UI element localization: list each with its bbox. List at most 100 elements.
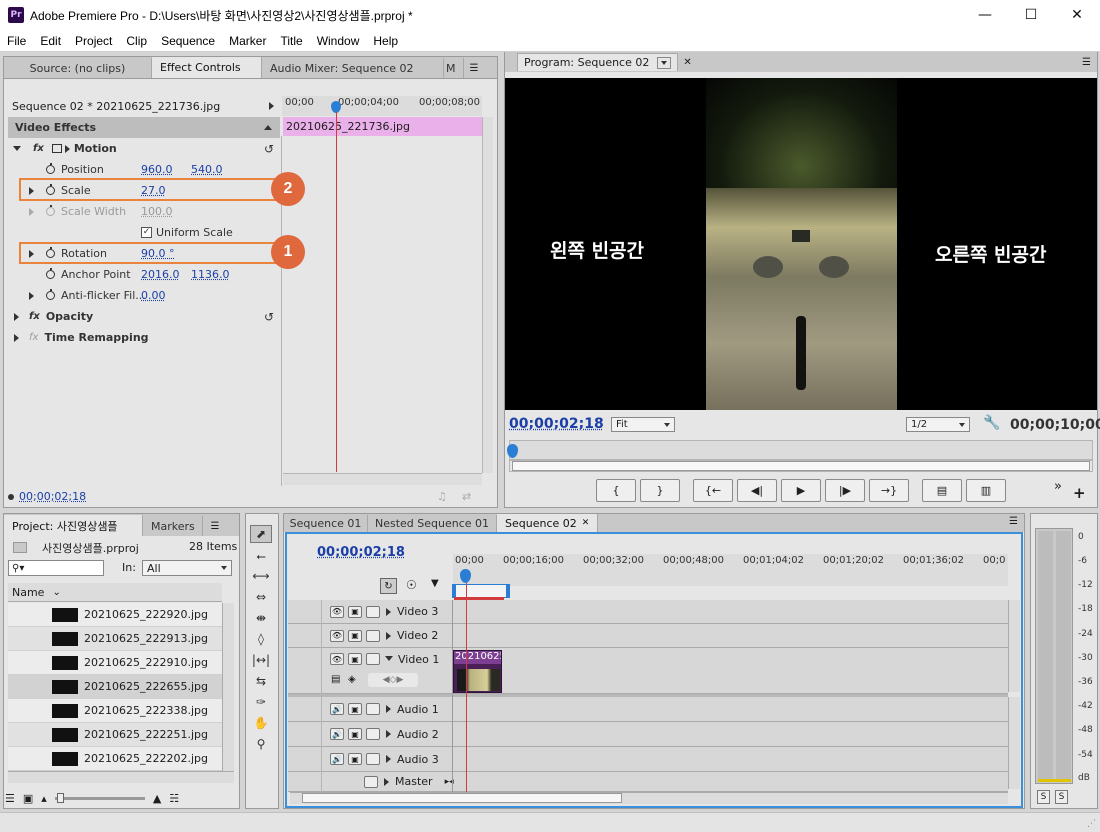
expand-right-icon[interactable] [386, 632, 391, 640]
ec-motion-row[interactable]: fx Motion ↺ [8, 138, 280, 159]
track-lock-icon[interactable] [366, 753, 380, 765]
track-lock-icon[interactable] [364, 776, 378, 788]
menu-marker[interactable]: Marker [222, 34, 273, 48]
eye-icon[interactable]: 👁 [330, 630, 344, 642]
panel-menu-icon[interactable]: ☰ [1009, 516, 1018, 527]
expand-down-icon[interactable] [13, 146, 21, 151]
ec-vertical-scrollbar[interactable] [482, 117, 493, 473]
panel-menu-icon[interactable]: ☰ [464, 58, 484, 78]
close-icon[interactable]: ✕ [1054, 0, 1100, 30]
display-style-icon[interactable]: ▤ [331, 674, 343, 686]
snap-icon[interactable]: ↻ [380, 578, 397, 594]
panel-menu-icon[interactable]: ☰ [203, 516, 227, 536]
keyframe-navigator[interactable]: ◀◇▶ [368, 673, 418, 687]
add-button-icon[interactable]: + [1073, 484, 1086, 502]
ec-opacity-row[interactable]: fx Opacity ↺ [8, 306, 280, 327]
video-tracks-scrollbar[interactable] [1008, 600, 1020, 692]
list-item[interactable]: 20210625_222910.jpg [8, 651, 222, 675]
menu-title[interactable]: Title [273, 34, 309, 48]
rate-stretch-tool-icon[interactable]: ⇼ [250, 609, 272, 627]
expand-right-icon[interactable] [386, 730, 391, 738]
expand-down-icon[interactable] [385, 656, 393, 661]
tab-program[interactable]: Program: Sequence 02 [517, 53, 678, 71]
reset-icon[interactable]: ↺ [264, 310, 274, 324]
ripple-edit-tool-icon[interactable]: ⟷ [250, 567, 272, 585]
resize-grip-icon[interactable]: ⋰ [1087, 819, 1096, 829]
ec-timecode[interactable]: 00;00;02;18 [19, 490, 86, 503]
track-select-tool-icon[interactable]: ⭠ [250, 547, 272, 565]
project-horizontal-scrollbar[interactable] [8, 771, 234, 783]
slide-tool-icon[interactable]: ⇆ [250, 672, 272, 690]
menu-file[interactable]: File [0, 34, 33, 48]
tab-project[interactable]: Project: 사진영상샘플 [4, 515, 143, 536]
expand-right-icon[interactable] [65, 145, 70, 153]
stopwatch-icon[interactable] [46, 270, 55, 279]
audio-tracks-scrollbar[interactable] [1008, 697, 1020, 789]
ec-anchor-y[interactable]: 1136.0 [191, 268, 230, 281]
tab-nested-sequence-01[interactable]: Nested Sequence 01 [368, 515, 497, 532]
more-controls-icon[interactable]: » [1054, 479, 1062, 494]
razor-tool-icon[interactable]: ◊ [250, 630, 272, 648]
zoom-slider[interactable] [55, 797, 145, 800]
program-zoom-handle[interactable] [512, 461, 1090, 471]
menu-window[interactable]: Window [310, 34, 367, 48]
ec-time-remap-row[interactable]: fx Time Remapping [8, 327, 280, 348]
icon-view-icon[interactable]: ▣ [23, 792, 33, 805]
resolution-select[interactable]: 1/2 [906, 417, 970, 432]
timeline-scroll-handle[interactable] [302, 793, 622, 803]
in-filter-select[interactable]: All [142, 560, 232, 576]
eye-icon[interactable]: 👁 [330, 606, 344, 618]
mark-out-button[interactable]: } [640, 479, 680, 502]
tab-audio-mixer[interactable]: Audio Mixer: Sequence 02 [262, 58, 444, 78]
name-column-header[interactable]: Name ⌄ [8, 583, 222, 602]
set-marker-icon[interactable]: ☉ [406, 578, 417, 592]
play-clip-icon[interactable] [269, 102, 274, 110]
keyframe-toggle-icon[interactable]: ◈ [348, 674, 356, 685]
pen-tool-icon[interactable]: ✑ [250, 693, 272, 711]
slip-tool-icon[interactable]: |↔| [250, 651, 272, 669]
work-area-bar[interactable] [452, 584, 510, 598]
sync-lock-icon[interactable]: ▣ [348, 703, 362, 715]
stopwatch-icon[interactable] [46, 165, 55, 174]
expand-right-icon[interactable] [14, 334, 19, 342]
expand-right-icon[interactable] [384, 778, 389, 786]
stopwatch-icon[interactable] [46, 291, 55, 300]
play-button[interactable]: ▶ [781, 479, 821, 502]
speaker-icon[interactable]: 🔊 [330, 703, 344, 715]
track-lock-icon[interactable] [366, 728, 380, 740]
zoom-out-icon[interactable]: ▴ [41, 792, 47, 805]
list-item[interactable]: 20210625_222202.jpg [8, 747, 222, 771]
speaker-icon[interactable]: 🔊 [330, 753, 344, 765]
menu-project[interactable]: Project [68, 34, 119, 48]
zoom-in-icon[interactable]: ▲ [153, 792, 161, 805]
transform-icon[interactable] [52, 144, 62, 153]
bins-icon[interactable]: ☵ [169, 792, 179, 805]
list-item[interactable]: 20210625_222920.jpg [8, 603, 222, 627]
menu-clip[interactable]: Clip [119, 34, 154, 48]
timeline-ruler[interactable]: 00;00 00;00;16;00 00;00;32;00 00;00;48;0… [453, 554, 1008, 586]
expand-right-icon[interactable] [14, 313, 19, 321]
uniform-scale-checkbox[interactable]: ✓ [141, 227, 152, 238]
extract-button[interactable]: ▥ [966, 479, 1006, 502]
rolling-edit-tool-icon[interactable]: ⇔ [250, 588, 272, 606]
expand-right-icon[interactable] [29, 292, 34, 300]
tab-sequence-02[interactable]: Sequence 02 ✕ [497, 514, 598, 532]
project-vertical-scrollbar[interactable] [222, 603, 234, 771]
marker-flag-icon[interactable]: ▼ [431, 578, 439, 589]
timeline-timecode[interactable]: 00;00;02;18 [317, 545, 405, 560]
sort-chevron-icon[interactable]: ⌄ [52, 587, 60, 598]
expand-right-icon[interactable] [386, 705, 391, 713]
ec-video-effects-header[interactable]: Video Effects [8, 117, 280, 138]
timeline-clip[interactable]: 20210625 [453, 650, 502, 693]
track-lock-icon[interactable] [366, 606, 380, 618]
speaker-icon[interactable]: 🔊 [330, 728, 344, 740]
mark-in-button[interactable]: { [596, 479, 636, 502]
expand-right-icon[interactable] [386, 755, 391, 763]
ec-antiflicker-value[interactable]: 0.00 [141, 289, 166, 302]
dropdown-icon[interactable] [657, 57, 671, 69]
tab-effect-controls[interactable]: Effect Controls [152, 57, 262, 78]
sync-lock-icon[interactable]: ▣ [348, 753, 362, 765]
list-item[interactable]: 20210625_222655.jpg [8, 675, 222, 699]
ec-position-y[interactable]: 540.0 [191, 163, 223, 176]
ec-anchor-x[interactable]: 2016.0 [141, 268, 180, 281]
